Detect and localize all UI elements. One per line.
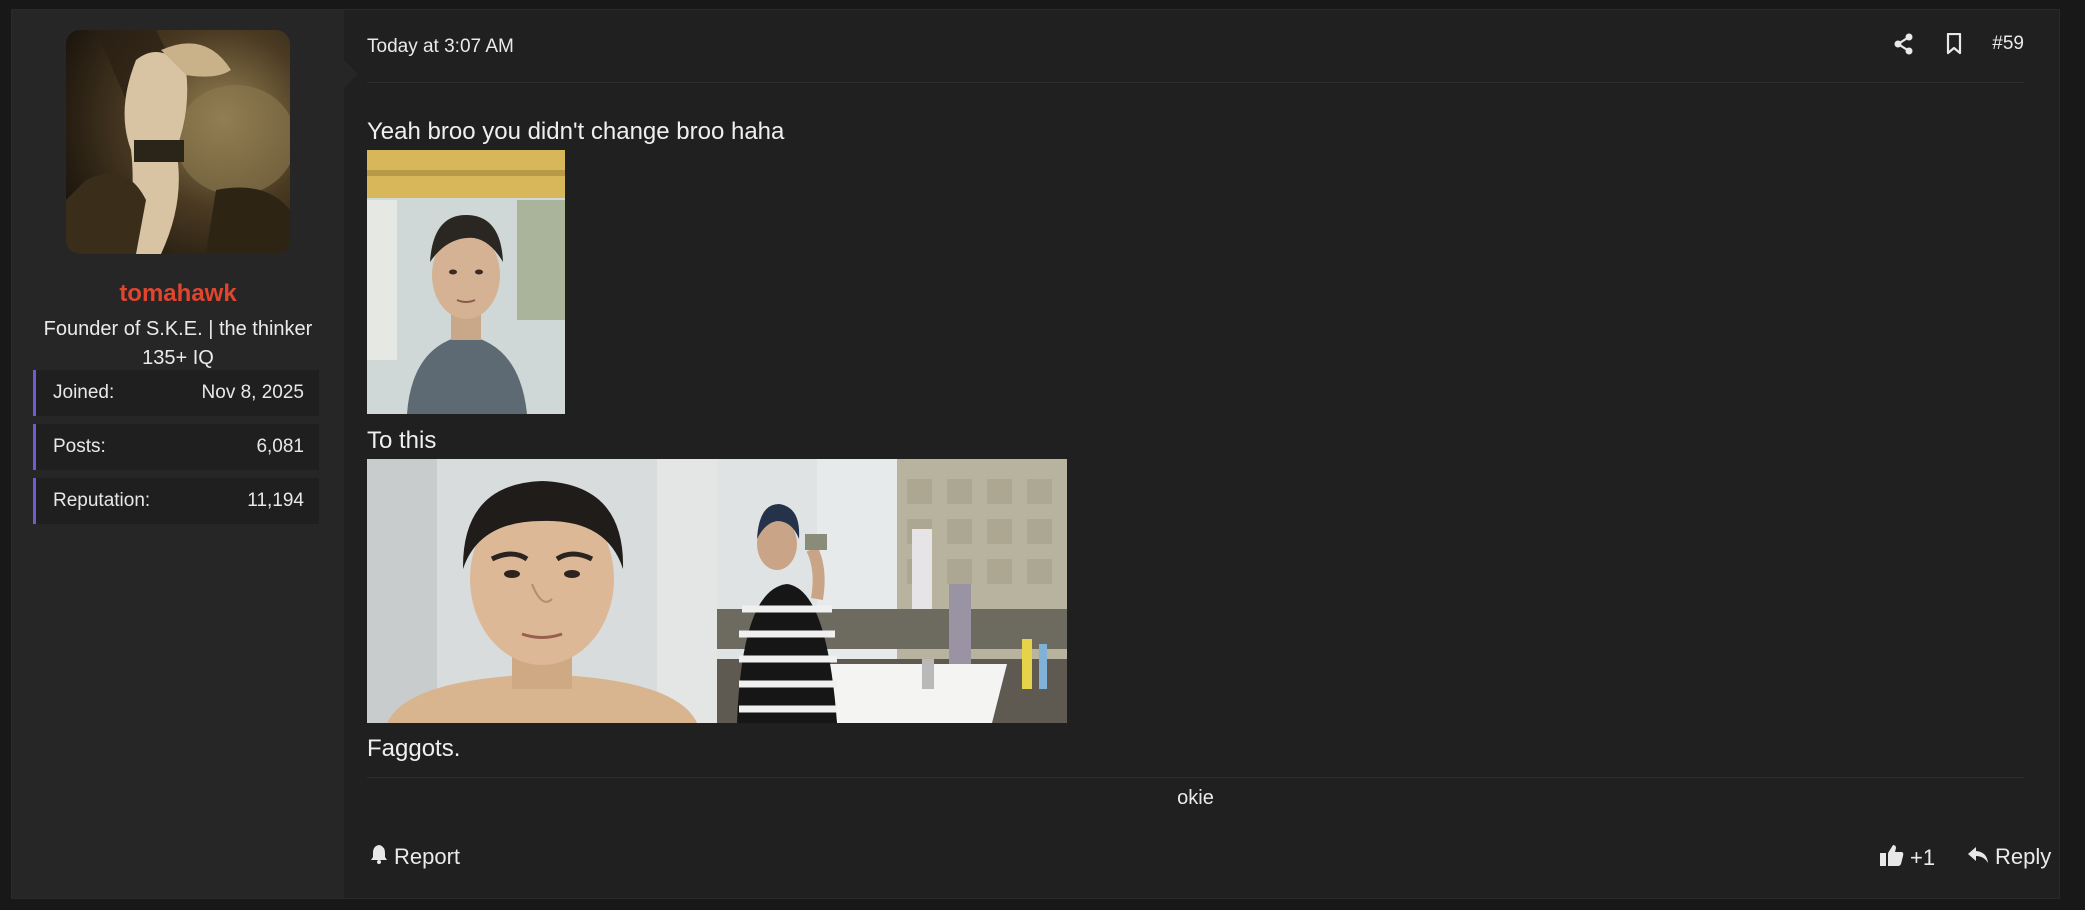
bookmark-icon[interactable]: [1942, 32, 1966, 56]
like-count: +1: [1910, 845, 1936, 870]
post-image-after-face[interactable]: [367, 459, 717, 723]
post-header-actions: #59: [1892, 32, 2024, 56]
report-label: Report: [394, 844, 461, 869]
like-button[interactable]: +1: [1880, 844, 1935, 872]
reply-label: Reply: [1995, 844, 2052, 869]
stat-label: Joined:: [53, 382, 115, 403]
header-divider: [367, 82, 2024, 83]
username[interactable]: tomahawk: [12, 280, 344, 308]
user-title-line2: 135+ IQ: [142, 347, 214, 369]
stat-posts: Posts: 6,081: [33, 424, 319, 470]
stat-label: Reputation:: [53, 490, 151, 511]
user-title: Founder of S.K.E. | the thinker 135+ IQ: [12, 315, 344, 373]
user-signature: okie: [1177, 787, 1214, 809]
reply-icon: [1967, 844, 1989, 870]
post-image-after-mirror[interactable]: [717, 459, 1067, 723]
post-date[interactable]: Today at 3:07 AM: [367, 36, 514, 58]
post-text-line2: To this: [367, 427, 437, 454]
post-main: Today at 3:07 AM #59 Yeah broo you didn'…: [367, 10, 2059, 898]
forum-post: tomahawk Founder of S.K.E. | the thinker…: [11, 9, 2060, 899]
report-button[interactable]: Report: [370, 844, 460, 870]
user-avatar[interactable]: [66, 30, 290, 254]
stat-reputation: Reputation: 11,194: [33, 478, 319, 524]
signature-divider: [367, 777, 2024, 778]
stat-joined: Joined: Nov 8, 2025: [33, 370, 319, 416]
user-info-panel: tomahawk Founder of S.K.E. | the thinker…: [12, 10, 344, 898]
stat-label: Posts:: [53, 436, 106, 457]
reply-button[interactable]: Reply: [1967, 844, 2051, 870]
stat-value: 6,081: [256, 436, 304, 457]
post-text-line3: Faggots.: [367, 735, 461, 762]
stat-value: 11,194: [247, 490, 304, 511]
post-image-before[interactable]: [367, 150, 565, 414]
avatar-painting-image: [66, 30, 290, 254]
share-icon[interactable]: [1892, 32, 1916, 56]
user-cell-arrow: [344, 60, 358, 88]
stat-value: Nov 8, 2025: [201, 382, 304, 403]
user-title-line1: Founder of S.K.E. | the thinker: [43, 318, 313, 340]
bell-icon: [370, 844, 388, 870]
thumbs-up-icon: [1880, 844, 1904, 872]
post-text-line1: Yeah broo you didn't change broo haha: [367, 118, 785, 145]
post-number-link[interactable]: #59: [1992, 33, 2024, 55]
